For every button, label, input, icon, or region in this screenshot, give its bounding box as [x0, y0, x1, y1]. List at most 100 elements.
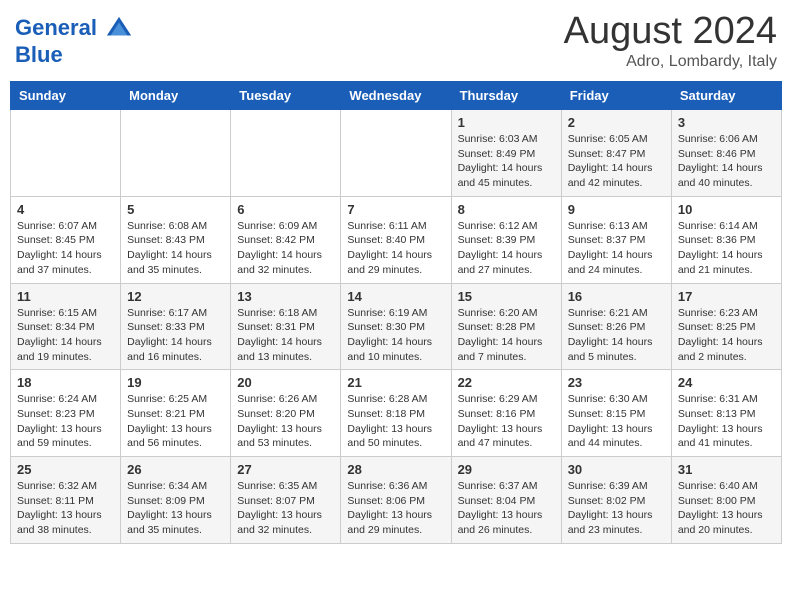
calendar-cell: 18Sunrise: 6:24 AM Sunset: 8:23 PM Dayli… — [11, 370, 121, 457]
calendar-cell: 16 Sunrise: 6:21 AM Sunset: 8:26 PM Dayli… — [561, 283, 671, 370]
day-number: 12 — [127, 289, 224, 304]
calendar-cell: 10 Sunrise: 6:14 AM Sunset: 8:36 PM Dayli… — [671, 196, 781, 283]
day-number: 22 — [458, 375, 555, 390]
calendar-cell: 29 Sunrise: 6:37 AM Sunset: 8:04 PM Dayli… — [451, 457, 561, 544]
calendar-cell: 8 Sunrise: 6:12 AM Sunset: 8:39 PM Daylig… — [451, 196, 561, 283]
calendar-day-header: Saturday — [671, 82, 781, 110]
calendar-header-row: SundayMondayTuesdayWednesdayThursdayFrid… — [11, 82, 782, 110]
day-number: 26 — [127, 462, 224, 477]
day-info: Sunrise: 6:28 AM Sunset: 8:18 PM Dayligh… — [347, 392, 444, 451]
day-number: 10 — [678, 202, 775, 217]
calendar-cell: 11 Sunrise: 6:15 AM Sunset: 8:34 PM Dayli… — [11, 283, 121, 370]
calendar-cell: 31 Sunrise: 6:40 AM Sunset: 8:00 PM Dayli… — [671, 457, 781, 544]
day-number: 21 — [347, 375, 444, 390]
calendar-cell — [231, 110, 341, 197]
day-info: Sunrise: 6:12 AM Sunset: 8:39 PM Dayligh… — [458, 219, 555, 278]
day-info: Sunrise: 6:23 AM Sunset: 8:25 PM Dayligh… — [678, 306, 775, 365]
day-info: Sunrise: 6:05 AM Sunset: 8:47 PM Dayligh… — [568, 132, 665, 191]
day-info: Sunrise: 6:30 AM Sunset: 8:15 PM Dayligh… — [568, 392, 665, 451]
calendar-cell: 7 Sunrise: 6:11 AM Sunset: 8:40 PM Daylig… — [341, 196, 451, 283]
day-number: 24 — [678, 375, 775, 390]
calendar-cell: 21 Sunrise: 6:28 AM Sunset: 8:18 PM Dayli… — [341, 370, 451, 457]
day-number: 8 — [458, 202, 555, 217]
day-number: 13 — [237, 289, 334, 304]
day-number: 14 — [347, 289, 444, 304]
day-info: Sunrise: 6:37 AM Sunset: 8:04 PM Dayligh… — [458, 479, 555, 538]
calendar-cell: 15 Sunrise: 6:20 AM Sunset: 8:28 PM Dayli… — [451, 283, 561, 370]
calendar-cell: 3 Sunrise: 6:06 AM Sunset: 8:46 PM Daylig… — [671, 110, 781, 197]
day-number: 6 — [237, 202, 334, 217]
calendar-day-header: Monday — [121, 82, 231, 110]
day-info: Sunrise: 6:36 AM Sunset: 8:06 PM Dayligh… — [347, 479, 444, 538]
day-number: 30 — [568, 462, 665, 477]
day-info: Sunrise: 6:17 AM Sunset: 8:33 PM Dayligh… — [127, 306, 224, 365]
calendar-cell: 24Sunrise: 6:31 AM Sunset: 8:13 PM Dayli… — [671, 370, 781, 457]
calendar-week-row: 1 Sunrise: 6:03 AM Sunset: 8:49 PM Daylig… — [11, 110, 782, 197]
calendar-cell: 2Sunrise: 6:05 AM Sunset: 8:47 PM Daylig… — [561, 110, 671, 197]
location: Adro, Lombardy, Italy — [564, 53, 777, 71]
day-number: 1 — [458, 115, 555, 130]
day-info: Sunrise: 6:06 AM Sunset: 8:46 PM Dayligh… — [678, 132, 775, 191]
day-info: Sunrise: 6:39 AM Sunset: 8:02 PM Dayligh… — [568, 479, 665, 538]
day-info: Sunrise: 6:21 AM Sunset: 8:26 PM Dayligh… — [568, 306, 665, 365]
calendar-week-row: 25Sunrise: 6:32 AM Sunset: 8:11 PM Dayli… — [11, 457, 782, 544]
calendar-day-header: Tuesday — [231, 82, 341, 110]
day-info: Sunrise: 6:14 AM Sunset: 8:36 PM Dayligh… — [678, 219, 775, 278]
day-info: Sunrise: 6:11 AM Sunset: 8:40 PM Dayligh… — [347, 219, 444, 278]
day-number: 25 — [17, 462, 114, 477]
calendar-cell: 25Sunrise: 6:32 AM Sunset: 8:11 PM Dayli… — [11, 457, 121, 544]
title-area: August 2024 Adro, Lombardy, Italy — [564, 10, 777, 71]
calendar-cell: 22Sunrise: 6:29 AM Sunset: 8:16 PM Dayli… — [451, 370, 561, 457]
day-number: 16 — [568, 289, 665, 304]
day-number: 19 — [127, 375, 224, 390]
logo-text: General — [15, 15, 133, 43]
day-info: Sunrise: 6:13 AM Sunset: 8:37 PM Dayligh… — [568, 219, 665, 278]
calendar-cell: 30 Sunrise: 6:39 AM Sunset: 8:02 PM Dayli… — [561, 457, 671, 544]
day-info: Sunrise: 6:07 AM Sunset: 8:45 PM Dayligh… — [17, 219, 114, 278]
calendar-cell: 26 Sunrise: 6:34 AM Sunset: 8:09 PM Dayli… — [121, 457, 231, 544]
calendar-week-row: 11 Sunrise: 6:15 AM Sunset: 8:34 PM Dayli… — [11, 283, 782, 370]
day-number: 5 — [127, 202, 224, 217]
day-number: 31 — [678, 462, 775, 477]
day-info: Sunrise: 6:19 AM Sunset: 8:30 PM Dayligh… — [347, 306, 444, 365]
day-number: 11 — [17, 289, 114, 304]
day-info: Sunrise: 6:34 AM Sunset: 8:09 PM Dayligh… — [127, 479, 224, 538]
day-info: Sunrise: 6:26 AM Sunset: 8:20 PM Dayligh… — [237, 392, 334, 451]
calendar-week-row: 4 Sunrise: 6:07 AM Sunset: 8:45 PM Daylig… — [11, 196, 782, 283]
day-number: 28 — [347, 462, 444, 477]
calendar-cell: 12 Sunrise: 6:17 AM Sunset: 8:33 PM Dayli… — [121, 283, 231, 370]
calendar-cell: 27Sunrise: 6:35 AM Sunset: 8:07 PM Dayli… — [231, 457, 341, 544]
day-number: 3 — [678, 115, 775, 130]
day-info: Sunrise: 6:25 AM Sunset: 8:21 PM Dayligh… — [127, 392, 224, 451]
calendar-cell: 13Sunrise: 6:18 AM Sunset: 8:31 PM Dayli… — [231, 283, 341, 370]
calendar-cell: 17Sunrise: 6:23 AM Sunset: 8:25 PM Dayli… — [671, 283, 781, 370]
calendar-week-row: 18Sunrise: 6:24 AM Sunset: 8:23 PM Dayli… — [11, 370, 782, 457]
day-number: 23 — [568, 375, 665, 390]
day-number: 15 — [458, 289, 555, 304]
day-info: Sunrise: 6:15 AM Sunset: 8:34 PM Dayligh… — [17, 306, 114, 365]
day-info: Sunrise: 6:03 AM Sunset: 8:49 PM Dayligh… — [458, 132, 555, 191]
calendar-cell — [341, 110, 451, 197]
day-info: Sunrise: 6:20 AM Sunset: 8:28 PM Dayligh… — [458, 306, 555, 365]
month-year: August 2024 — [564, 10, 777, 53]
day-number: 18 — [17, 375, 114, 390]
calendar-day-header: Sunday — [11, 82, 121, 110]
calendar-cell: 28 Sunrise: 6:36 AM Sunset: 8:06 PM Dayli… — [341, 457, 451, 544]
calendar-cell — [121, 110, 231, 197]
day-info: Sunrise: 6:09 AM Sunset: 8:42 PM Dayligh… — [237, 219, 334, 278]
day-number: 29 — [458, 462, 555, 477]
day-info: Sunrise: 6:40 AM Sunset: 8:00 PM Dayligh… — [678, 479, 775, 538]
calendar-day-header: Wednesday — [341, 82, 451, 110]
day-number: 7 — [347, 202, 444, 217]
calendar-cell: 23 Sunrise: 6:30 AM Sunset: 8:15 PM Dayli… — [561, 370, 671, 457]
day-number: 20 — [237, 375, 334, 390]
calendar-cell: 14 Sunrise: 6:19 AM Sunset: 8:30 PM Dayli… — [341, 283, 451, 370]
calendar-cell — [11, 110, 121, 197]
logo-blue: Blue — [15, 43, 133, 67]
calendar-cell: 1 Sunrise: 6:03 AM Sunset: 8:49 PM Daylig… — [451, 110, 561, 197]
calendar-cell: 20 Sunrise: 6:26 AM Sunset: 8:20 PM Dayli… — [231, 370, 341, 457]
day-number: 9 — [568, 202, 665, 217]
day-info: Sunrise: 6:08 AM Sunset: 8:43 PM Dayligh… — [127, 219, 224, 278]
day-number: 4 — [17, 202, 114, 217]
calendar-day-header: Thursday — [451, 82, 561, 110]
